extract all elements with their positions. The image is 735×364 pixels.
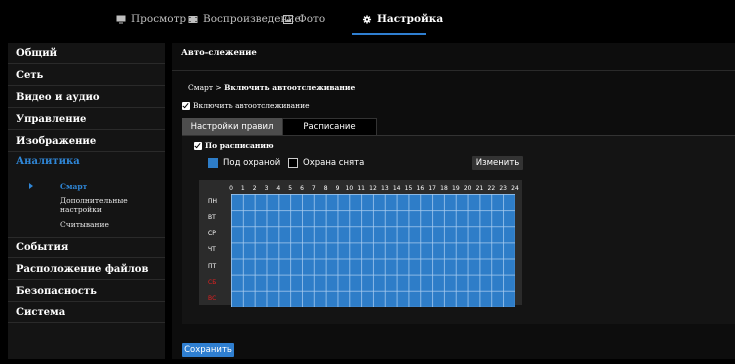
sidebar-subitem-label: Смарт — [60, 181, 88, 191]
armed-swatch — [208, 158, 218, 168]
nav-tab-settings[interactable]: Настройка — [362, 10, 443, 28]
hour-label: 15 — [404, 185, 413, 192]
hour-label: 11 — [357, 185, 365, 192]
top-navigation: Просмотр Воспроизведение Фото Настройка — [0, 0, 735, 36]
sidebar-item-label: Аналитика — [16, 156, 80, 167]
tab-schedule[interactable]: Расписание — [282, 118, 377, 135]
enable-autotracking-checkbox[interactable] — [182, 101, 190, 110]
sidebar-item-file-location[interactable]: Расположение файлов — [8, 259, 165, 280]
hour-label: 12 — [369, 185, 377, 192]
schedule-grid-container: 0 1 2 3 4 5 6 7 8 9 10 11 12 13 14 15 16 17 18 19 20 21 22 23 24… — [199, 180, 522, 307]
nav-tab-label: Настройка — [377, 13, 444, 25]
sidebar-item-analytics[interactable]: Аналитика — [8, 151, 165, 172]
hour-label: 20 — [463, 185, 472, 192]
day-label: ВС — [208, 294, 217, 302]
gear-icon — [362, 14, 372, 24]
sidebar-subitem-advanced[interactable]: Дополнительные настройки — [8, 196, 165, 214]
sidebar-item-network[interactable]: Сеть — [8, 65, 165, 86]
sidebar-subitem-smart[interactable]: Смарт — [8, 178, 165, 194]
sidebar-item-security[interactable]: Безопасность — [8, 281, 165, 302]
tab-rule-settings[interactable]: Настройки правил — [182, 118, 282, 135]
hour-label: 14 — [392, 185, 401, 192]
caret-right-icon — [29, 183, 33, 189]
sidebar-item-label: Система — [16, 306, 66, 318]
day-label: СБ — [208, 278, 217, 286]
by-schedule-row[interactable]: По расписанию — [194, 141, 274, 150]
hour-label: 24 — [511, 185, 519, 192]
day-label: ПТ — [208, 262, 217, 270]
disarmed-label: Охрана снята — [303, 158, 365, 168]
hour-label: 1 — [240, 185, 245, 192]
sidebar-subitem-reading[interactable]: Считывание — [8, 216, 165, 232]
sidebar-subitem-label: Дополнительные настройки — [60, 196, 128, 214]
sidebar: Общий Сеть Видео и аудио Управление Изоб… — [8, 43, 165, 359]
hour-label: 23 — [499, 185, 507, 192]
hour-label: 16 — [416, 185, 425, 192]
sidebar-item-video-audio[interactable]: Видео и аудио — [8, 87, 165, 108]
hour-label: 10 — [345, 185, 354, 192]
page-title: Авто-слежение — [181, 48, 257, 58]
day-label: ЧТ — [208, 246, 216, 254]
schedule-grid[interactable] — [231, 194, 515, 307]
day-label: ВТ — [208, 214, 216, 222]
hour-label: 6 — [300, 185, 304, 192]
sidebar-subitem-label: Считывание — [60, 219, 109, 229]
film-icon — [188, 15, 198, 23]
nav-tab-label: Просмотр — [131, 13, 187, 25]
sidebar-item-events[interactable]: События — [8, 237, 165, 258]
sidebar-item-label: Расположение файлов — [16, 263, 149, 275]
hour-labels: 0 1 2 3 4 5 6 7 8 9 10 11 12 13 14 15 16 17 18 19 20 21 22 23 24 — [199, 185, 522, 193]
nav-tab-live-view[interactable]: Просмотр — [116, 10, 186, 28]
disarmed-swatch — [288, 158, 298, 168]
sidebar-item-label: Видео и аудио — [16, 91, 100, 103]
nav-tab-label: Фото — [298, 13, 326, 25]
by-schedule-label: По расписанию — [205, 141, 274, 150]
sidebar-item-label: Сеть — [16, 69, 44, 81]
day-label: ПН — [208, 198, 218, 205]
image-icon — [283, 14, 293, 24]
change-button[interactable]: Изменить — [472, 156, 523, 170]
hour-label: 13 — [381, 185, 389, 192]
breadcrumb: Смарт > Включить автоотслеживание — [188, 83, 355, 92]
hour-label: 18 — [440, 185, 448, 192]
hour-label: 22 — [487, 185, 496, 192]
monitor-icon — [116, 15, 126, 23]
hour-label: 9 — [335, 185, 340, 192]
sidebar-item-label: Управление — [16, 113, 87, 125]
hour-label: 3 — [264, 185, 269, 192]
sidebar-item-control[interactable]: Управление — [8, 109, 165, 130]
hour-label: 5 — [288, 185, 293, 192]
active-tab-underline — [352, 33, 426, 35]
sidebar-item-image[interactable]: Изображение — [8, 131, 165, 152]
hour-label: 7 — [311, 185, 316, 192]
legend-armed[interactable]: Под охраной — [208, 156, 280, 170]
title-divider — [172, 70, 735, 71]
hour-label: 2 — [252, 185, 257, 192]
sidebar-item-general[interactable]: Общий — [8, 43, 165, 64]
hour-label: 0 — [229, 185, 233, 192]
legend-disarmed[interactable]: Охрана снята — [288, 156, 364, 170]
enable-autotracking-row[interactable]: Включить автоотслеживание — [182, 101, 310, 110]
breadcrumb-current: Включить автоотслеживание — [224, 83, 356, 92]
hour-label: 8 — [323, 185, 328, 192]
hour-label: 17 — [428, 185, 436, 192]
breadcrumb-separator: > — [215, 83, 222, 92]
armed-label: Под охраной — [223, 158, 281, 168]
sidebar-item-label: Изображение — [16, 135, 97, 147]
save-button[interactable]: Сохранить — [182, 343, 234, 357]
enable-autotracking-label: Включить автоотслеживание — [193, 101, 310, 110]
hour-label: 4 — [276, 185, 281, 192]
nav-tab-photo[interactable]: Фото — [283, 10, 325, 28]
by-schedule-checkbox[interactable] — [194, 141, 202, 150]
hour-label: 21 — [475, 185, 484, 192]
hour-label: 19 — [452, 185, 460, 192]
sidebar-item-label: Общий — [16, 47, 58, 59]
sidebar-item-system[interactable]: Система — [8, 302, 165, 323]
sidebar-item-label: Безопасность — [16, 285, 97, 297]
day-label: СР — [208, 230, 216, 238]
sidebar-item-label: События — [16, 242, 69, 253]
breadcrumb-root: Смарт — [188, 83, 213, 92]
main-panel: Авто-слежение Смарт > Включить автоотсле… — [172, 43, 735, 359]
